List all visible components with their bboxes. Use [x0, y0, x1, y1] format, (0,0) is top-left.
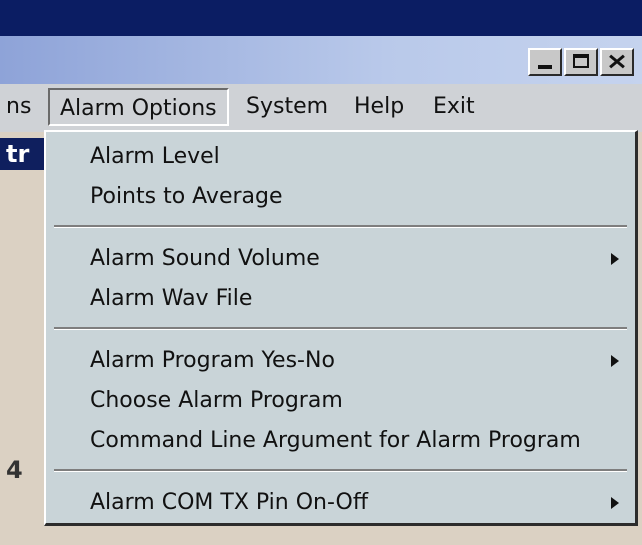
menu-separator	[54, 327, 627, 330]
app-value-text: 4	[6, 456, 23, 484]
desktop-top-strip	[0, 0, 642, 36]
menu-item-points-to-average[interactable]: Points to Average	[90, 180, 623, 214]
menu-item-label: Points to Average	[90, 184, 283, 209]
menu-separator	[54, 225, 627, 228]
menu-item-alarm-com-tx-pin[interactable]: Alarm COM TX Pin On-Off	[90, 486, 623, 520]
menu-item-alarm-sound-volume[interactable]: Alarm Sound Volume	[90, 242, 623, 276]
menu-item-label: Alarm Sound Volume	[90, 246, 320, 271]
submenu-arrow-icon	[611, 355, 619, 367]
window-title-bar	[0, 36, 642, 84]
menu-item-label: Command Line Argument for Alarm Program	[90, 428, 581, 453]
close-button[interactable]	[600, 48, 634, 76]
menu-item-command-line-argument[interactable]: Command Line Argument for Alarm Program	[90, 424, 623, 458]
menu-help[interactable]: Help	[354, 94, 404, 119]
minimize-icon	[538, 65, 552, 69]
menu-item-alarm-wav-file[interactable]: Alarm Wav File	[90, 282, 623, 316]
menu-item-label: Alarm COM TX Pin On-Off	[90, 490, 368, 515]
alarm-options-dropdown: Alarm Level Points to Average Alarm Soun…	[44, 130, 638, 526]
submenu-arrow-icon	[611, 497, 619, 509]
menu-item-label: Choose Alarm Program	[90, 388, 343, 413]
menu-options-partial[interactable]: ns	[6, 94, 31, 119]
menu-exit[interactable]: Exit	[433, 94, 475, 119]
maximize-button[interactable]	[564, 48, 598, 76]
menu-item-label: Alarm Level	[90, 144, 220, 169]
menu-system[interactable]: System	[246, 94, 328, 119]
app-title-label: tr	[0, 138, 50, 170]
menu-item-label: Alarm Program Yes-No	[90, 348, 335, 373]
minimize-button[interactable]	[528, 48, 562, 76]
menu-bar: ns Alarm Options System Help Exit	[0, 84, 642, 132]
menu-alarm-options[interactable]: Alarm Options	[48, 88, 229, 126]
close-icon	[602, 50, 632, 74]
menu-separator	[54, 469, 627, 472]
submenu-arrow-icon	[611, 253, 619, 265]
window-controls	[528, 48, 634, 76]
maximize-icon	[573, 54, 589, 68]
menu-item-label: Alarm Wav File	[90, 286, 253, 311]
menu-item-choose-alarm-program[interactable]: Choose Alarm Program	[90, 384, 623, 418]
menu-item-alarm-program-yes-no[interactable]: Alarm Program Yes-No	[90, 344, 623, 378]
menu-item-alarm-level[interactable]: Alarm Level	[90, 140, 623, 174]
